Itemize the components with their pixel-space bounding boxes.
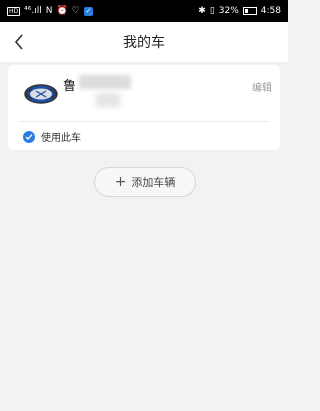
plus-icon: + <box>114 174 127 190</box>
bluetooth-icon: ✱ <box>198 6 206 16</box>
battery-icon <box>242 7 257 15</box>
nfc-icon: N <box>45 6 53 16</box>
car-model-redacted <box>96 93 120 107</box>
card-divider <box>18 121 270 122</box>
license-plate-prefix: 鲁 <box>63 79 77 94</box>
license-plate-redacted <box>79 75 131 89</box>
add-car-button[interactable]: + 添加车辆 <box>94 167 196 197</box>
signal-icon: ⁴⁶.ıll <box>24 6 42 16</box>
status-left: HD ⁴⁶.ıll N ⏰ ♡ ✓ <box>7 6 93 16</box>
hd-icon: HD <box>7 6 21 16</box>
shield-icon: ✓ <box>83 6 93 16</box>
nav-bar: 我的车 <box>0 22 288 62</box>
car-brand-logo <box>24 84 58 104</box>
clock: 4:58 <box>260 6 281 16</box>
back-button[interactable] <box>10 33 28 51</box>
checkmark-icon <box>23 130 35 143</box>
edit-button[interactable]: 编辑 <box>252 79 272 94</box>
add-car-label: 添加车辆 <box>131 176 176 189</box>
chevron-left-icon <box>14 34 23 50</box>
vibrate-icon: ▯ <box>209 6 215 16</box>
page-title: 我的车 <box>123 35 165 51</box>
vpn-icon: ♡ <box>71 6 80 16</box>
status-bar: HD ⁴⁶.ıll N ⏰ ♡ ✓ ✱ ▯ 32% 4:58 <box>0 0 288 22</box>
battery-percent: 32% <box>218 6 239 16</box>
use-this-car-toggle[interactable]: 使用此车 <box>23 129 81 144</box>
alarm-icon: ⏰ <box>56 6 68 16</box>
car-card[interactable]: 鲁 编辑 使用此车 <box>8 65 280 150</box>
use-this-car-label: 使用此车 <box>41 133 81 144</box>
status-right: ✱ ▯ 32% 4:58 <box>198 6 281 16</box>
